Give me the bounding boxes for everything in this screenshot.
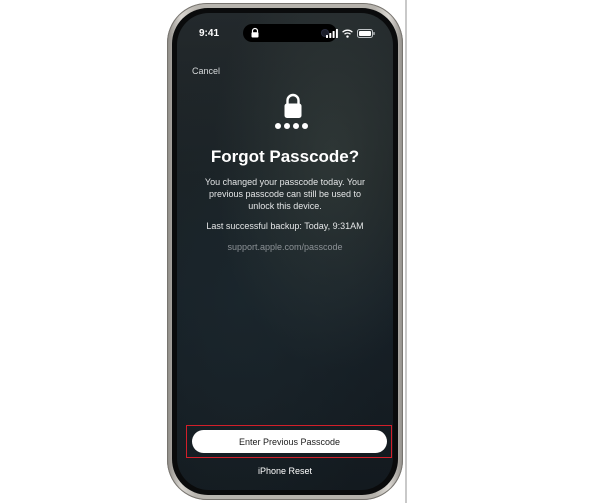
backup-status-text: Last successful backup: Today, 9:31AM — [206, 221, 364, 231]
passcode-dot — [302, 123, 308, 129]
wifi-icon — [342, 29, 353, 38]
passcode-dot — [293, 123, 299, 129]
passcode-dots — [275, 123, 308, 129]
passcode-dot — [284, 123, 290, 129]
signal-icon — [326, 28, 338, 38]
status-icons — [326, 28, 375, 38]
cancel-button[interactable]: Cancel — [192, 66, 220, 76]
iphone-reset-button[interactable]: iPhone Reset — [177, 466, 393, 476]
support-link[interactable]: support.apple.com/passcode — [177, 242, 393, 252]
iphone-bezel: 9:41 Cancel Forgot Passcode? You changed… — [172, 8, 398, 495]
island-lock-icon — [251, 27, 259, 38]
description-text: You changed your passcode today. Your pr… — [204, 177, 366, 211]
page-title: Forgot Passcode? — [210, 147, 360, 166]
iphone-screen: 9:41 Cancel Forgot Passcode? You changed… — [177, 13, 393, 490]
page: 9:41 Cancel Forgot Passcode? You changed… — [0, 0, 600, 503]
passcode-dot — [275, 123, 281, 129]
iphone-frame: 9:41 Cancel Forgot Passcode? You changed… — [167, 3, 403, 500]
dynamic-island — [243, 24, 337, 42]
battery-icon — [357, 28, 375, 38]
divider — [405, 0, 407, 503]
enter-previous-passcode-button[interactable]: Enter Previous Passcode — [192, 430, 387, 453]
lock-icon — [284, 93, 302, 118]
status-time: 9:41 — [199, 28, 220, 39]
